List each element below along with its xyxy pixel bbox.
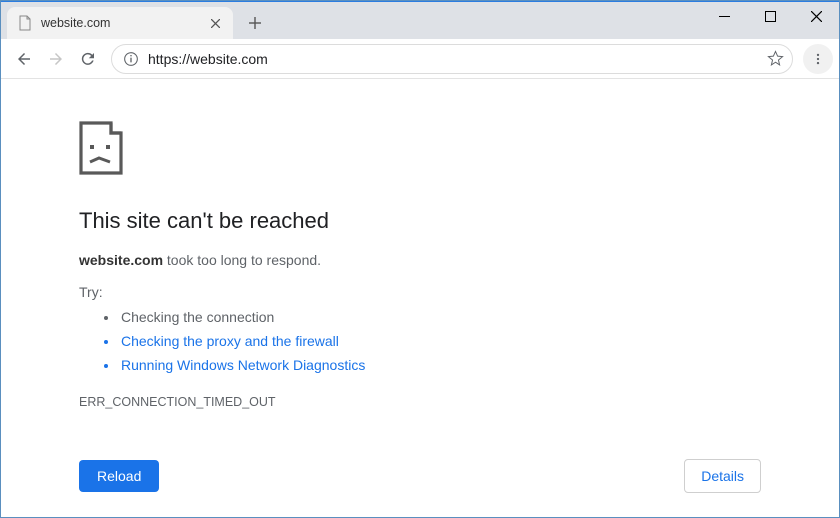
details-button[interactable]: Details — [684, 459, 761, 493]
minimize-button[interactable] — [701, 1, 747, 31]
suggestions-list: Checking the connection Checking the pro… — [79, 306, 839, 377]
error-buttons: Reload Details — [79, 459, 761, 493]
new-tab-button[interactable] — [241, 9, 269, 37]
bookmark-star-icon[interactable] — [766, 50, 784, 68]
url-scheme: https:// — [148, 51, 190, 67]
try-label: Try: — [79, 284, 839, 300]
close-window-button[interactable] — [793, 1, 839, 31]
page-favicon-icon — [17, 15, 33, 31]
error-page: This site can't be reached website.com t… — [1, 79, 839, 517]
error-heading: This site can't be reached — [79, 208, 839, 234]
error-host: website.com — [79, 252, 163, 268]
forward-button[interactable] — [41, 44, 71, 74]
error-code: ERR_CONNECTION_TIMED_OUT — [79, 395, 839, 409]
tab-title: website.com — [41, 16, 207, 30]
reload-toolbar-button[interactable] — [73, 44, 103, 74]
toolbar: https://website.com — [1, 39, 839, 79]
back-button[interactable] — [9, 44, 39, 74]
window-controls — [701, 1, 839, 31]
site-info-icon[interactable] — [122, 50, 140, 68]
browser-tab[interactable]: website.com — [7, 7, 233, 39]
address-bar[interactable]: https://website.com — [111, 44, 793, 74]
suggestion-check-connection: Checking the connection — [119, 306, 839, 330]
error-message: website.com took too long to respond. — [79, 252, 839, 268]
sad-page-icon — [79, 121, 839, 180]
reload-button[interactable]: Reload — [79, 460, 159, 492]
error-msg-suffix: took too long to respond. — [163, 252, 321, 268]
suggestion-diagnostics[interactable]: Running Windows Network Diagnostics — [119, 354, 839, 378]
url-host: website.com — [190, 51, 268, 67]
url-text: https://website.com — [148, 51, 766, 67]
tab-close-button[interactable] — [207, 15, 223, 31]
maximize-button[interactable] — [747, 1, 793, 31]
browser-menu-button[interactable] — [803, 44, 833, 74]
suggestion-proxy-firewall[interactable]: Checking the proxy and the firewall — [119, 330, 839, 354]
